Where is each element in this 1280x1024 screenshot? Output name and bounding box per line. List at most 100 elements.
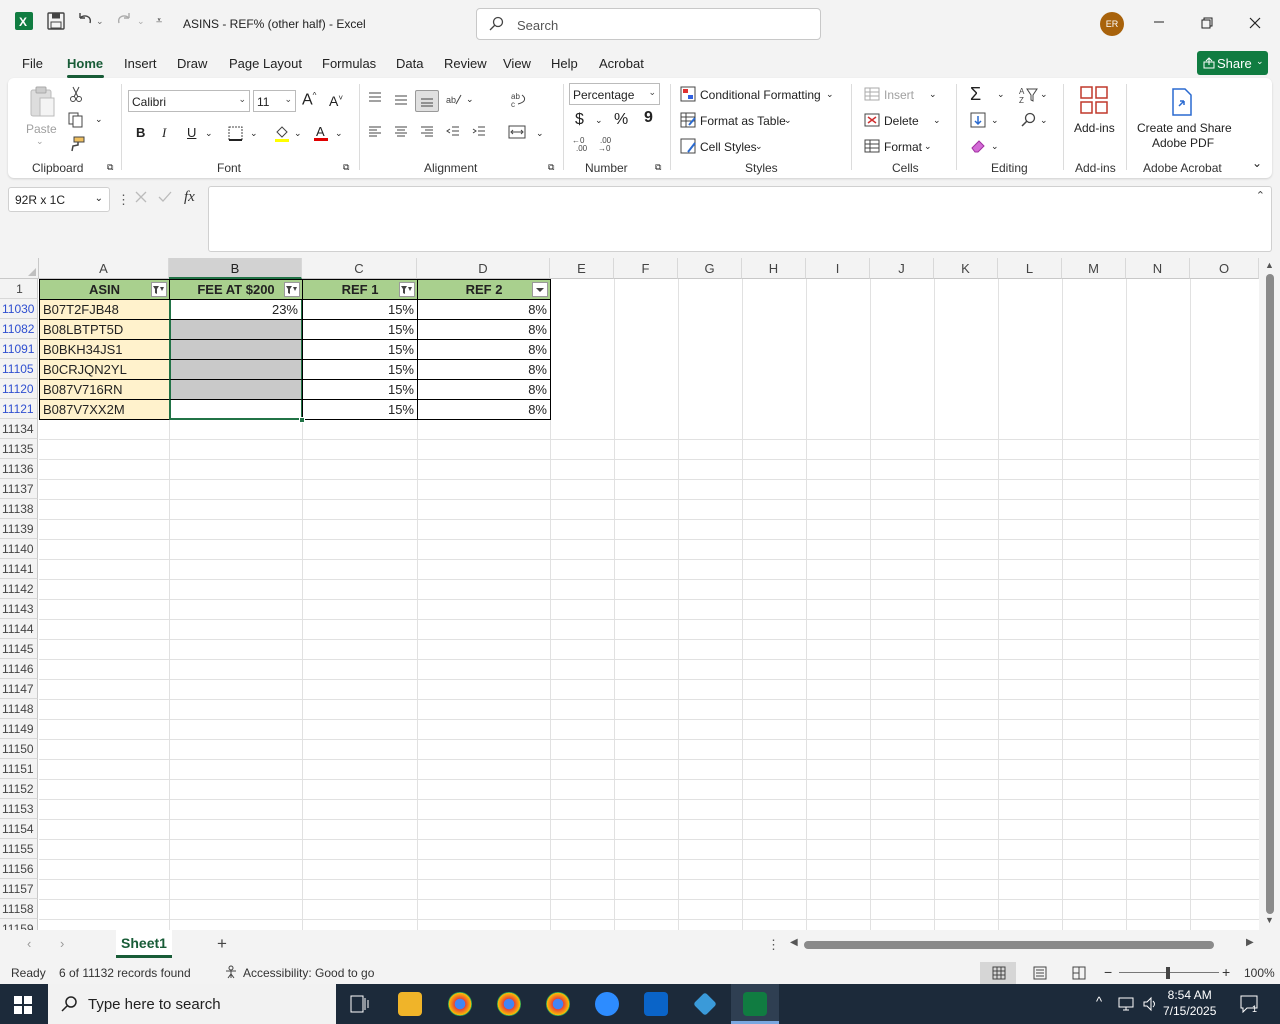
fill-handle[interactable]: [299, 417, 305, 423]
column-header-f[interactable]: F: [614, 258, 678, 279]
tab-file[interactable]: File: [22, 56, 43, 71]
orientation-icon[interactable]: ab: [446, 92, 462, 106]
font-launcher-icon[interactable]: ⧉: [343, 162, 349, 173]
task-view-icon[interactable]: [350, 995, 370, 1013]
name-box-dropdown-icon[interactable]: ⌄: [95, 193, 103, 204]
redo-dropdown-icon[interactable]: ⌄: [137, 16, 145, 27]
row-header[interactable]: 11030: [0, 299, 38, 319]
column-header-g[interactable]: G: [678, 258, 742, 279]
ref2-cell[interactable]: 8%: [417, 400, 551, 420]
increase-indent-icon[interactable]: [472, 126, 486, 138]
align-center-icon[interactable]: [394, 126, 408, 138]
filter-applied-icon[interactable]: [399, 282, 415, 297]
row-header[interactable]: 11153: [0, 799, 38, 819]
tab-acrobat[interactable]: Acrobat: [599, 56, 644, 71]
align-left-icon[interactable]: [368, 126, 382, 138]
horizontal-scrollbar[interactable]: ◀ ▶: [790, 936, 1260, 954]
row-header[interactable]: 11152: [0, 779, 38, 799]
row-header[interactable]: 11134: [0, 419, 38, 439]
create-pdf-label-line1[interactable]: Create and Share: [1137, 121, 1232, 135]
header-cell-ref-1[interactable]: REF 1: [302, 279, 418, 300]
asin-cell[interactable]: B087V7XX2M: [39, 400, 170, 420]
fee-cell[interactable]: 23%: [169, 300, 303, 320]
cell-styles-dropdown-icon[interactable]: ⌄: [755, 141, 763, 152]
row-header[interactable]: 11159: [0, 919, 38, 930]
autosum-icon[interactable]: Σ: [970, 84, 981, 105]
row-header[interactable]: 11139: [0, 519, 38, 539]
undo-dropdown-icon[interactable]: ⌄: [96, 16, 104, 27]
accessibility-icon[interactable]: [224, 965, 238, 979]
fee-cell[interactable]: [169, 400, 303, 420]
row-header[interactable]: 11143: [0, 599, 38, 619]
row-header[interactable]: 11158: [0, 899, 38, 919]
row-header[interactable]: 11144: [0, 619, 38, 639]
copy-dropdown-icon[interactable]: ⌄: [95, 114, 103, 125]
tab-review[interactable]: Review: [444, 56, 487, 71]
tab-home[interactable]: Home: [67, 56, 103, 71]
ref2-cell[interactable]: 8%: [417, 320, 551, 340]
alignment-launcher-icon[interactable]: ⧉: [548, 162, 554, 173]
column-header-c[interactable]: C: [302, 258, 417, 279]
currency-dropdown-icon[interactable]: ⌄: [595, 115, 603, 126]
clear-dropdown-icon[interactable]: ⌄: [991, 141, 999, 152]
insert-function-icon[interactable]: fx: [184, 189, 195, 206]
column-header-a[interactable]: A: [39, 258, 169, 279]
row-header[interactable]: 11154: [0, 819, 38, 839]
row-header[interactable]: 11141: [0, 559, 38, 579]
font-color-icon[interactable]: A: [313, 124, 329, 142]
header-cell-asin[interactable]: ASIN: [39, 279, 170, 300]
row-header[interactable]: 11148: [0, 699, 38, 719]
increase-decimal-icon[interactable]: ←0.00: [572, 136, 590, 152]
create-pdf-label-line2[interactable]: Adobe PDF: [1152, 136, 1214, 150]
more-options-icon[interactable]: ⋮: [117, 192, 130, 208]
filter-applied-icon[interactable]: [151, 282, 167, 297]
wrap-text-icon[interactable]: ab c: [510, 92, 526, 108]
zoom-app-icon[interactable]: [595, 992, 619, 1016]
normal-view-button[interactable]: [980, 962, 1016, 984]
autosum-dropdown-icon[interactable]: ⌄: [997, 89, 1005, 100]
row-header[interactable]: 11147: [0, 679, 38, 699]
row-header[interactable]: 11157: [0, 879, 38, 899]
find-select-icon[interactable]: [1020, 112, 1036, 128]
delete-cells-dropdown-icon[interactable]: ⌄: [933, 115, 941, 126]
chrome-profile-2-icon[interactable]: [546, 992, 570, 1016]
font-family-select[interactable]: Calibri ⌄: [128, 90, 250, 112]
insert-cells-dropdown-icon[interactable]: ⌄: [929, 89, 937, 100]
number-format-select[interactable]: Percentage ⌄: [569, 83, 660, 105]
italic-button[interactable]: I: [162, 125, 166, 141]
scroll-left-icon[interactable]: ◀: [790, 937, 798, 948]
format-as-table-icon[interactable]: [680, 112, 696, 128]
sort-filter-dropdown-icon[interactable]: ⌄: [1040, 89, 1048, 100]
row-header[interactable]: 11082: [0, 319, 38, 339]
underline-button[interactable]: U: [187, 125, 196, 140]
clock[interactable]: 8:54 AM 7/15/2025: [1163, 987, 1216, 1019]
cancel-entry-icon[interactable]: [134, 190, 148, 204]
asin-cell[interactable]: B087V716RN: [39, 380, 170, 400]
align-right-icon[interactable]: [420, 126, 434, 138]
tab-view[interactable]: View: [503, 56, 531, 71]
column-header-e[interactable]: E: [550, 258, 614, 279]
fee-cell[interactable]: [169, 360, 303, 380]
confirm-entry-icon[interactable]: [158, 190, 172, 204]
redo-icon[interactable]: [115, 12, 133, 30]
row-header[interactable]: 11120: [0, 379, 38, 399]
column-header-h[interactable]: H: [742, 258, 806, 279]
asin-cell[interactable]: B0CRJQN2YL: [39, 360, 170, 380]
ref1-cell[interactable]: 15%: [302, 340, 418, 360]
insert-cells-icon[interactable]: [864, 86, 880, 102]
undo-icon[interactable]: [76, 12, 94, 30]
row-header[interactable]: 11138: [0, 499, 38, 519]
status-accessibility[interactable]: Accessibility: Good to go: [243, 966, 374, 980]
paste-dropdown-icon[interactable]: ⌄: [36, 136, 44, 147]
align-top-icon[interactable]: [368, 92, 382, 104]
font-size-select[interactable]: 11 ⌄: [253, 90, 296, 112]
add-ins-icon[interactable]: [1080, 86, 1108, 114]
zoom-level[interactable]: 100%: [1244, 966, 1275, 980]
increase-font-icon[interactable]: A^: [302, 91, 316, 109]
percent-button[interactable]: %: [614, 111, 628, 129]
tab-page-layout[interactable]: Page Layout: [229, 56, 302, 71]
borders-dropdown-icon[interactable]: ⌄: [250, 128, 258, 139]
tab-help[interactable]: Help: [551, 56, 578, 71]
horizontal-scroll-thumb[interactable]: [804, 941, 1214, 949]
align-middle-icon[interactable]: [394, 94, 408, 106]
